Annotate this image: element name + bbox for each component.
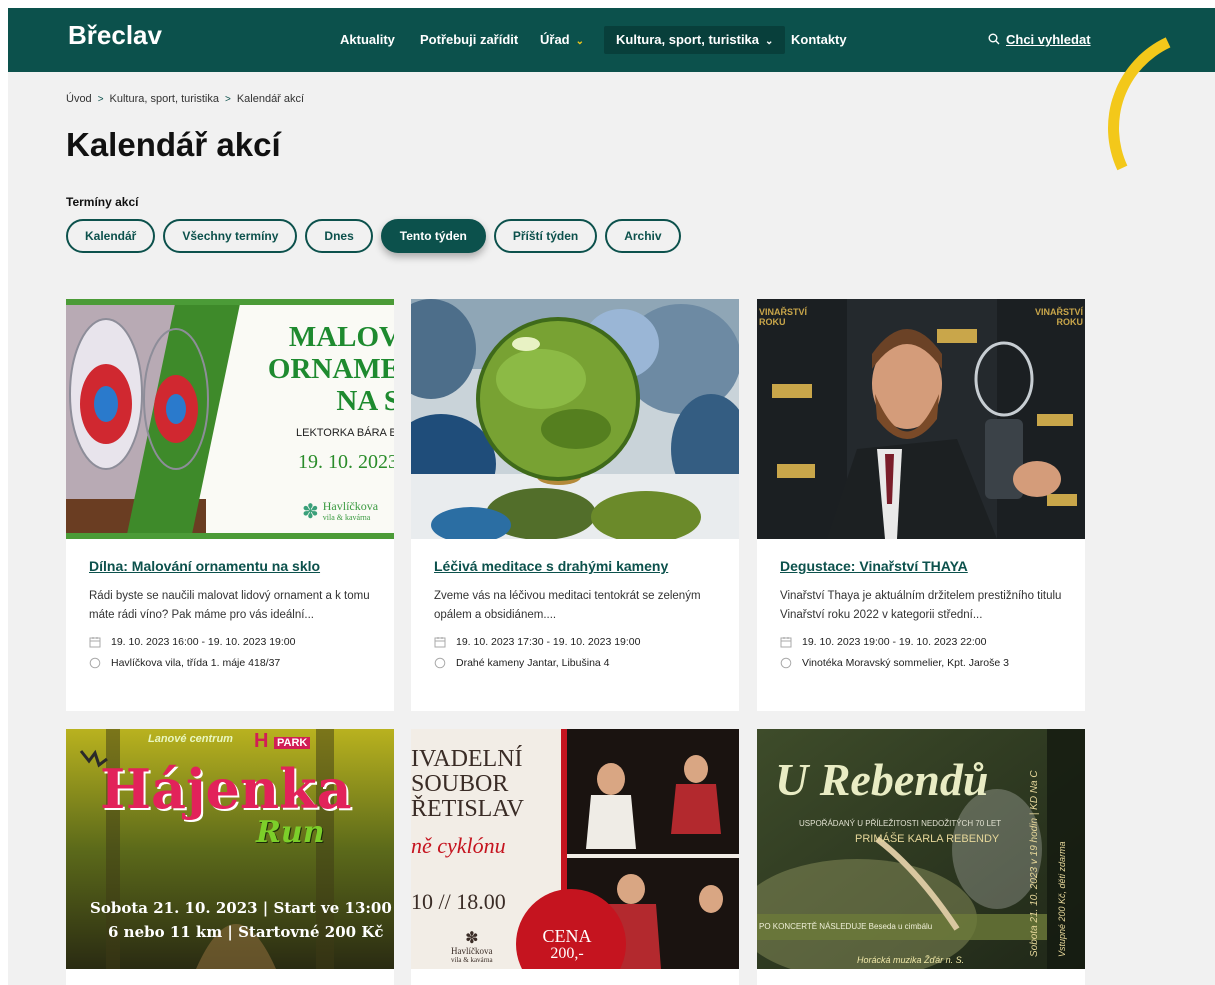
event-card: Lanové centrum H PARK Hájenka Run Sobota…	[66, 729, 394, 985]
breadcrumb: Úvod > Kultura, sport, turistika > Kalendář …	[66, 93, 304, 105]
image-caption: IVADELNÍ SOUBOR ŘETISLAV	[411, 746, 524, 822]
price-badge: CENA 200,-	[542, 926, 592, 962]
chip-dnes[interactable]: Dnes	[305, 219, 373, 253]
calendar-icon	[780, 637, 792, 648]
event-card: VINAŘSTVÍ ROKU VINAŘSTVÍ ROKU Degustace:…	[757, 299, 1085, 711]
event-title-link[interactable]: Degustace: Vinařství THAYA	[780, 558, 1062, 574]
event-description: Vinařství Thaya je aktuálním držitelem p…	[780, 590, 1062, 621]
event-description: Rádi byste se naučili malovat lidový orn…	[89, 590, 370, 621]
event-image[interactable]: U Rebendů USPOŘÁDANÝ U PŘÍLEŽITOSTI NEDO…	[757, 729, 1085, 969]
nav-item-kultura-sport-turistika[interactable]: Kultura, sport, turistika ⌄	[604, 26, 786, 54]
chip-archiv[interactable]: Archiv	[605, 219, 681, 253]
date-filter-chips: Kalendář Všechny termíny Dnes Tento týde…	[66, 219, 681, 253]
image-caption: PRIMÁŠE KARLA REBENDY	[855, 833, 1000, 845]
breadcrumb-kultura[interactable]: Kultura, sport, turistika	[110, 93, 219, 105]
image-caption: MALOV ORNAME NA S	[267, 321, 394, 417]
image-caption: Run	[256, 815, 325, 850]
event-date: 19. 10. 2023 16:00 - 19. 10. 2023 19:00	[89, 636, 371, 648]
event-image[interactable]: MALOV ORNAME NA S LEKTORKA BÁRA BAR 19. …	[66, 299, 394, 539]
calendar-icon	[89, 637, 101, 648]
nav-item-aktuality[interactable]: Aktuality	[340, 26, 395, 54]
image-caption: Hájenka	[100, 757, 352, 821]
event-description: Zveme vás na léčivou meditaci tentokrát …	[434, 590, 701, 621]
image-caption: USPOŘÁDANÝ U PŘÍLEŽITOSTI NEDOŽITÝCH 70 …	[799, 819, 1002, 828]
chevron-down-icon: ⌄	[575, 36, 585, 47]
image-caption: U Rebendů	[775, 754, 989, 805]
event-image[interactable]: VINAŘSTVÍ ROKU VINAŘSTVÍ ROKU	[757, 299, 1085, 539]
image-caption: ně cyklónu	[411, 833, 506, 858]
chip-pristi-tyden[interactable]: Příští týden	[493, 219, 598, 253]
image-logo: ✽ Havlíčkova vila & kavárna	[302, 498, 379, 524]
event-image[interactable]: Lanové centrum H PARK Hájenka Run Sobota…	[66, 729, 394, 969]
event-card: MALOV ORNAME NA S LEKTORKA BÁRA BAR 19. …	[66, 299, 394, 711]
event-image[interactable]: IVADELNÍ SOUBOR ŘETISLAV ně cyklónu 10 /…	[411, 729, 739, 969]
page: Břeclav Aktuality Potřebuji zařídit Úřad…	[8, 8, 1215, 985]
event-card: U Rebendů USPOŘÁDANÝ U PŘÍLEŽITOSTI NEDO…	[757, 729, 1085, 985]
top-navbar: Břeclav Aktuality Potřebuji zařídit Úřad…	[8, 8, 1215, 72]
chip-kalendar[interactable]: Kalendář	[66, 219, 156, 253]
chevron-right-icon: >	[97, 94, 104, 105]
event-date: 19. 10. 2023 17:30 - 19. 10. 2023 19:00	[434, 636, 716, 648]
image-logo: H	[254, 730, 269, 752]
filters-label: Termíny akcí	[66, 195, 139, 209]
image-logo: ✽ Havlíčkova vila & kavárna	[451, 930, 493, 965]
image-caption: 19. 10. 2023 V	[298, 451, 394, 473]
chip-vsechny-terminy[interactable]: Všechny termíny	[163, 219, 298, 253]
breadcrumb-home[interactable]: Úvod	[66, 93, 92, 105]
page-title: Kalendář akcí	[66, 126, 281, 163]
image-caption: PO KONCERTĚ NÁSLEDUJE Beseda u cimbálu	[759, 922, 933, 931]
event-title-link[interactable]: Léčivá meditace s drahými kameny	[434, 558, 716, 574]
chevron-right-icon: >	[224, 94, 231, 105]
image-caption: VINAŘSTVÍ ROKU	[1034, 307, 1083, 327]
nav-item-urad[interactable]: Úřad ⌄	[540, 26, 584, 54]
image-caption: Lanové centrum	[148, 733, 233, 745]
event-place: Drahé kameny Jantar, Libušina 4	[434, 657, 716, 669]
nav-item-kontakty[interactable]: Kontakty	[791, 26, 847, 54]
image-caption: Sobota 21. 10. 2023 | Start ve 13:00 h.	[90, 899, 394, 917]
calendar-icon	[434, 637, 446, 648]
image-caption: VINAŘSTVÍ ROKU	[759, 307, 808, 327]
breadcrumb-current: Kalendář akcí	[236, 93, 305, 105]
search-button[interactable]: Chci vyhledat	[988, 26, 1091, 54]
image-caption: LEKTORKA BÁRA BAR	[296, 427, 394, 439]
chevron-down-icon: ⌄	[765, 36, 774, 47]
event-card: IVADELNÍ SOUBOR ŘETISLAV ně cyklónu 10 /…	[411, 729, 739, 985]
event-title-link[interactable]: Dílna: Malování ornamentu na sklo	[89, 558, 371, 574]
image-caption: PARK	[274, 737, 311, 749]
event-place: Havlíčkova vila, třída 1. máje 418/37	[89, 657, 371, 669]
event-place: Vinotéka Moravský sommelier, Kpt. Jaroše…	[780, 657, 1062, 669]
event-image[interactable]	[411, 299, 739, 539]
event-card: Léčivá meditace s drahými kameny Zveme v…	[411, 299, 739, 711]
image-caption: Sobota 21. 10. 2023 v 19 hodin | KD Na C	[1029, 770, 1040, 957]
nav-item-potrebuji-zaridit[interactable]: Potřebuji zařídit	[420, 26, 518, 54]
image-caption: 10 // 18.00	[411, 889, 506, 914]
location-icon	[780, 657, 792, 669]
search-icon	[988, 33, 1000, 45]
location-icon	[89, 657, 101, 669]
chip-tento-tyden[interactable]: Tento týden	[380, 219, 486, 253]
image-caption: Horácká muzika Žďár n. S.	[857, 955, 965, 965]
location-icon	[434, 657, 446, 669]
site-logo[interactable]: Břeclav	[68, 20, 162, 51]
image-caption: 6 nebo 11 km | Startovné 200 Kč	[108, 923, 384, 941]
event-date: 19. 10. 2023 19:00 - 19. 10. 2023 22:00	[780, 636, 1062, 648]
image-caption: Vstupné 200 Kč, děti zdarma	[1057, 841, 1067, 957]
